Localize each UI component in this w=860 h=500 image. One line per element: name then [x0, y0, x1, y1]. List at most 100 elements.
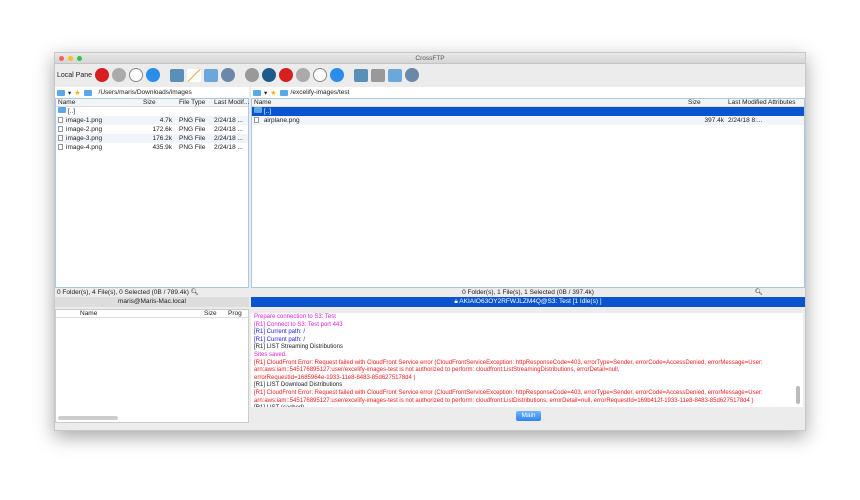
column-size[interactable]: Size: [204, 310, 217, 317]
table-header: Name Size File Type Last Modif...: [56, 99, 249, 107]
log-line: [R1] CloudFront Error: Request failed wi…: [254, 389, 763, 396]
file-row[interactable]: [..]: [252, 107, 804, 116]
column-last-modified[interactable]: Last Modif...: [214, 99, 249, 106]
file-modified: 2/24/18 ...: [214, 117, 243, 124]
log-line: Sites saved.: [254, 351, 287, 358]
pause-icon[interactable]: [112, 68, 127, 82]
file-name: image-1.png: [58, 116, 102, 125]
new-folder-icon[interactable]: [204, 68, 219, 82]
file-name-text: image-3.png: [66, 135, 103, 142]
log-line: [R1] Current path: /: [254, 329, 306, 336]
local-file-list[interactable]: Name Size File Type Last Modif... [..] im…: [55, 98, 249, 288]
file-row[interactable]: image-3.png 176.2k PNG File 2/24/18 ...: [56, 134, 248, 143]
remote-status-text: 0 Folder(s), 1 File(s), 1 Selected (0B /…: [462, 289, 594, 296]
file-name-text: image-2.png: [66, 126, 103, 133]
star-icon[interactable]: ★: [270, 89, 276, 97]
remote-path[interactable]: /excelify-images/test: [291, 89, 350, 96]
pause-icon[interactable]: [296, 68, 311, 82]
cancel-connection-icon[interactable]: [262, 68, 277, 82]
column-last-modified[interactable]: Last Modified: [728, 99, 767, 106]
file-name-text: airplane.png: [263, 117, 300, 124]
local-path-bar[interactable]: ▾ ★ /Users/maris/Downloads/images: [55, 87, 249, 98]
file-row[interactable]: image-2.png 172.6k PNG File 2/24/18 ...: [56, 125, 248, 134]
transfer-queue[interactable]: Name Size Prog: [55, 309, 249, 423]
local-pane-label: Local Pane: [57, 71, 93, 79]
refresh-icon[interactable]: [330, 68, 345, 82]
folder-icon: [253, 89, 261, 96]
folder-icon: [58, 107, 66, 113]
file-icon: [58, 144, 63, 151]
column-size[interactable]: Size: [143, 99, 156, 106]
refresh-icon[interactable]: [146, 68, 161, 82]
gear-icon[interactable]: [221, 68, 236, 82]
log-line: Prepare connection to S3: Test: [254, 314, 336, 320]
log-line: [R1] LIST (cached): [254, 405, 800, 407]
column-file-type[interactable]: File Type: [179, 99, 205, 106]
file-name: image-4.png: [58, 143, 102, 152]
file-icon: [254, 117, 259, 124]
title-bar: CrossFTP: [55, 53, 805, 64]
file-name: image-2.png: [58, 125, 102, 134]
log-console: Prepare connection to S3: Test [R1] Conne…: [251, 313, 803, 407]
file-name-text: image-4.png: [66, 144, 103, 151]
column-name[interactable]: Name: [80, 310, 97, 317]
log-scrollbar[interactable]: [796, 386, 800, 404]
file-name-text: [..]: [263, 108, 272, 115]
horizontal-scrollbar[interactable]: [58, 416, 118, 420]
file-size: 397.4k: [704, 117, 724, 124]
edit-icon[interactable]: [187, 68, 202, 82]
star-icon[interactable]: ★: [74, 89, 80, 97]
folder-icon: [57, 89, 65, 96]
file-name-text: [..]: [67, 108, 76, 115]
file-row[interactable]: airplane.png 397.4k 2/24/18 8:...: [252, 116, 804, 125]
file-row[interactable]: image-4.png 435.9k PNG File 2/24/18 ...: [56, 143, 248, 152]
local-session-tab[interactable]: maris@Maris-Mac.local: [55, 297, 249, 307]
play-icon[interactable]: [313, 68, 328, 82]
file-icon: [58, 117, 63, 124]
image-view-icon[interactable]: [170, 68, 185, 82]
column-attributes[interactable]: Attributes: [768, 99, 795, 106]
column-name[interactable]: Name: [58, 99, 75, 106]
search-icon[interactable]: 🔍︎: [755, 288, 763, 297]
search-icon[interactable]: 🔍︎: [191, 289, 199, 296]
main-button[interactable]: Main: [516, 411, 541, 421]
column-size[interactable]: Size: [688, 99, 701, 106]
remote-file-list[interactable]: Name Size Last Modified Attributes [..] …: [251, 98, 805, 288]
file-row[interactable]: [..]: [56, 107, 248, 116]
local-path[interactable]: /Users/maris/Downloads/images: [99, 89, 192, 96]
local-status-text: 0 Folder(s), 4 File(s), 0 Selected (0B /…: [57, 289, 189, 296]
play-icon[interactable]: [129, 68, 144, 82]
disconnect-icon[interactable]: [245, 68, 260, 82]
log-line: errorRequestId=1685964e-1933-11e8-8483-8…: [254, 374, 416, 381]
file-type: PNG File: [179, 144, 206, 151]
file-modified: 2/24/18 8:...: [728, 117, 763, 124]
stop-icon[interactable]: [95, 68, 110, 82]
image-view-icon[interactable]: [354, 68, 369, 82]
file-modified: 2/24/18 ...: [214, 144, 243, 151]
gear-icon[interactable]: [405, 68, 420, 82]
stop-icon[interactable]: [279, 68, 294, 82]
file-name: [..]: [254, 107, 271, 116]
log-line: arn:aws:iam::545176895127:user/excelify-…: [254, 367, 620, 374]
file-row[interactable]: image-1.png 4.7k PNG File 2/24/18 ...: [56, 116, 248, 125]
log-line: [R1] Current path: /: [254, 336, 306, 343]
folder-icon: [254, 107, 262, 113]
file-size: 176.2k: [152, 135, 172, 142]
log-line: [R1] LIST Streaming Distributions: [254, 344, 343, 351]
file-type: PNG File: [179, 126, 206, 133]
column-name[interactable]: Name: [254, 99, 271, 106]
file-name-text: image-1.png: [66, 117, 103, 124]
file-type: PNG File: [179, 135, 206, 142]
file-name: [..]: [58, 107, 75, 116]
table-header: Name Size Last Modified Attributes: [252, 99, 804, 107]
file-modified: 2/24/18 ...: [214, 126, 243, 133]
edit-icon[interactable]: [371, 68, 386, 82]
log-line: [R1] LIST Download Distributions: [254, 382, 343, 389]
remote-session-tab[interactable]: 🔒︎ AKIAIO63OY2RFWJLZM4Q@S3: Test [1 Idle…: [251, 297, 805, 307]
column-progress[interactable]: Prog: [228, 310, 242, 317]
remote-path-bar[interactable]: ▾ ★ /excelify-images/test: [251, 87, 805, 98]
chevron-down-icon[interactable]: ▾: [264, 89, 267, 97]
new-folder-icon[interactable]: [388, 68, 403, 82]
file-name: airplane.png: [254, 116, 300, 125]
chevron-down-icon[interactable]: ▾: [68, 89, 71, 97]
